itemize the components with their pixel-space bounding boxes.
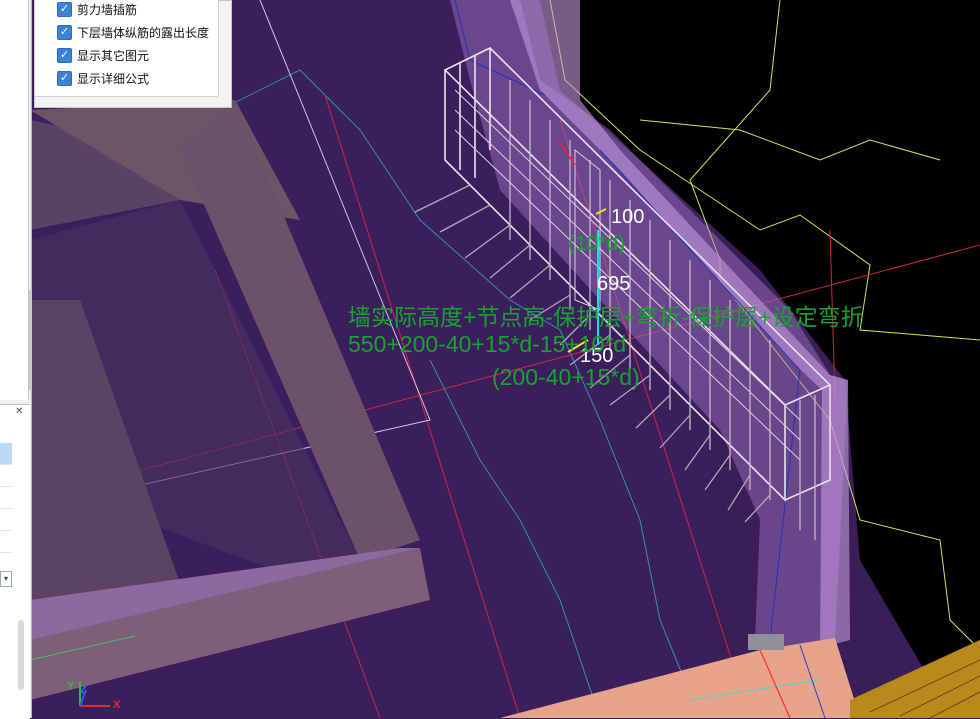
option-show-detailed-formula[interactable]: ✓ 显示详细公式	[57, 69, 149, 87]
scrollbar[interactable]	[18, 620, 24, 690]
option-label: 显示详细公式	[77, 71, 150, 86]
close-icon[interactable]: ✕	[15, 406, 23, 418]
option-lower-wall-rebar-exposed-length[interactable]: ✓ 下层墙体纵筋的露出长度	[57, 23, 209, 41]
left-dock-panel: ✕ ▾	[0, 0, 32, 719]
axis-label-y: Y	[67, 680, 75, 692]
dimension-label-top: 100	[611, 206, 645, 228]
option-shear-wall-dowel[interactable]: ✓ 剪力墙插筋	[57, 0, 137, 18]
formula-sub-expression: (200-40+15*d)	[492, 364, 640, 390]
left-panel-lower	[0, 404, 30, 719]
option-label: 剪力墙插筋	[77, 2, 138, 17]
checkbox-checked-icon[interactable]: ✓	[57, 1, 72, 17]
option-show-other-elements[interactable]: ✓ 显示其它图元	[57, 46, 149, 64]
dimension-label-middle: 695	[597, 273, 631, 295]
checkbox-checked-icon[interactable]: ✓	[57, 70, 72, 86]
list-item[interactable]	[0, 487, 12, 509]
axis-label-x: X	[113, 699, 121, 711]
panel-splitter[interactable]	[28, 290, 32, 390]
option-label: 显示其它图元	[77, 48, 150, 63]
list-item[interactable]	[0, 443, 12, 465]
list-item[interactable]	[0, 531, 12, 553]
dimension-formula-top: (10*d)	[568, 232, 626, 255]
formula-expression: 550+200-40+15*d-15+10*d	[348, 331, 627, 357]
column-stub	[748, 634, 784, 650]
left-panel-upper	[0, 0, 29, 400]
checkbox-checked-icon[interactable]: ✓	[57, 47, 72, 63]
formula-description: 墙实际高度+节点高-保护层+弯折-保护层+设定弯折	[348, 304, 864, 330]
list-item[interactable]	[0, 465, 12, 487]
list-item[interactable]	[0, 509, 12, 531]
chevron-down-icon[interactable]: ▾	[0, 571, 12, 587]
checkbox-checked-icon[interactable]: ✓	[57, 24, 72, 40]
axis-label-z: Z	[80, 684, 87, 696]
option-label: 下层墙体纵筋的露出长度	[77, 25, 210, 40]
